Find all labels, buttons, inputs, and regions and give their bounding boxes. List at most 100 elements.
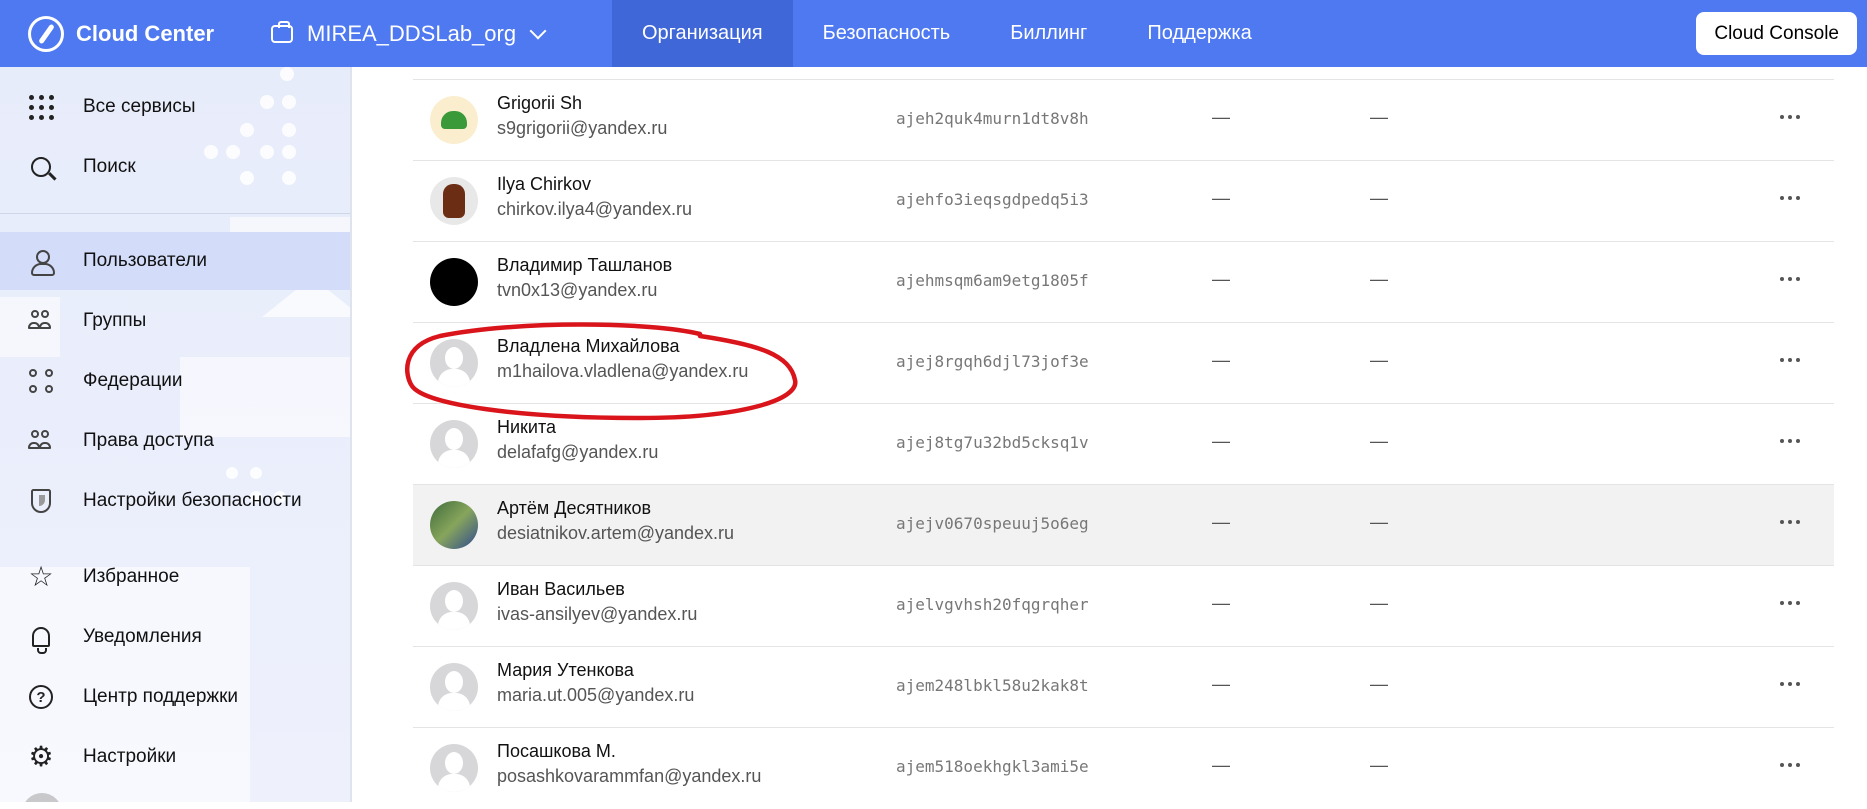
user-email: maria.ut.005@yandex.ru: [497, 685, 695, 705]
user-email: posashkovarammfan@yandex.ru: [497, 766, 762, 786]
user-name: Grigorii Sh: [497, 93, 583, 113]
user-name: Владлена Михайлова: [497, 336, 680, 356]
user-avatar: [430, 339, 478, 387]
user-email: m1hailova.vladlena@yandex.ru: [497, 361, 749, 381]
sidebar-item-search[interactable]: Поиск: [0, 138, 350, 196]
sidebar-item-label: Пользователи: [83, 250, 208, 271]
sidebar-item-access-rights[interactable]: Права доступа: [0, 412, 350, 470]
sidebar-item-groups[interactable]: Группы: [0, 292, 350, 350]
sidebar-item-support-center[interactable]: ? Центр поддержки: [0, 668, 350, 726]
federation-icon: [28, 368, 54, 394]
cloud-console-button[interactable]: Cloud Console: [1696, 12, 1857, 55]
user-id: ajej8tg7u32bd5cksq1v: [896, 433, 1089, 452]
table-row[interactable]: Иван Васильев ivas-ansilyev@yandex.ru aj…: [413, 566, 1834, 647]
brand-name: Cloud Center: [76, 21, 215, 46]
user-avatar: [430, 258, 478, 306]
table-row[interactable]: Владлена Михайлова m1hailova.vladlena@ya…: [413, 323, 1834, 404]
user-column-1: —: [1212, 107, 1230, 127]
user-column-1: —: [1212, 512, 1230, 532]
tab-organization[interactable]: Организация: [612, 0, 793, 67]
sidebar-item-all-services[interactable]: Все сервисы: [0, 78, 350, 136]
gear-icon: ⚙: [28, 741, 54, 772]
dinosaur-icon: [441, 111, 467, 129]
user-column-1: —: [1212, 350, 1230, 370]
more-actions-icon[interactable]: [1780, 358, 1800, 362]
more-actions-icon[interactable]: [1780, 520, 1800, 524]
table-row[interactable]: Посашкова М. posashkovarammfan@yandex.ru…: [413, 728, 1834, 809]
table-row[interactable]: Grigorii Sh s9grigorii@yandex.ru ajeh2qu…: [413, 80, 1834, 161]
more-actions-icon[interactable]: [1780, 439, 1800, 443]
user-column-2: —: [1370, 431, 1388, 451]
user-id: ajem518oekhgkl3ami5e: [896, 757, 1089, 776]
brand[interactable]: Cloud Center: [28, 16, 214, 52]
user-email: chirkov.ilya4@yandex.ru: [497, 199, 693, 219]
user-column-1: —: [1212, 674, 1230, 694]
table-row[interactable]: Никита delafafg@yandex.ru ajej8tg7u32bd5…: [413, 404, 1834, 485]
table-row[interactable]: Мария Утенкова maria.ut.005@yandex.ru aj…: [413, 647, 1834, 728]
user-avatar: [430, 420, 478, 468]
user-column-1: —: [1212, 593, 1230, 613]
more-actions-icon[interactable]: [1780, 601, 1800, 605]
user-id: ajehmsqm6am9etg1805f: [896, 271, 1089, 290]
sidebar-item-favorites[interactable]: ☆ Избранное: [0, 548, 350, 606]
more-actions-icon[interactable]: [1780, 763, 1800, 767]
table-row[interactable]: Владимир Ташланов tvn0x13@yandex.ru ajeh…: [413, 242, 1834, 323]
user-column-2: —: [1370, 188, 1388, 208]
user-avatar: [430, 744, 478, 792]
sidebar-item-settings[interactable]: ⚙ Настройки: [0, 728, 350, 786]
briefcase-icon: [271, 21, 293, 43]
sidebar-item-label: Все сервисы: [83, 96, 196, 117]
user-avatar: [430, 96, 478, 144]
user-column-2: —: [1370, 107, 1388, 127]
group-icon: [28, 308, 54, 334]
organization-selector[interactable]: MIREA_DDSLab_org: [271, 14, 547, 54]
grid-icon: [28, 94, 54, 120]
sidebar-item-label: Федерации: [83, 370, 183, 391]
user-id: ajej8rgqh6djl73jof3e: [896, 352, 1089, 371]
user-email: tvn0x13@yandex.ru: [497, 280, 658, 300]
user-column-1: —: [1212, 755, 1230, 775]
table-row[interactable]: Артём Десятников desiatnikov.artem@yande…: [413, 485, 1834, 566]
user-name: Артём Десятников: [497, 498, 652, 518]
more-actions-icon[interactable]: [1780, 196, 1800, 200]
sidebar-divider: [0, 213, 350, 214]
user-avatar: [430, 582, 478, 630]
search-icon: [28, 154, 54, 180]
user-column-2: —: [1370, 269, 1388, 289]
user-column-2: —: [1370, 674, 1388, 694]
access-icon: [28, 428, 54, 454]
user-email: s9grigorii@yandex.ru: [497, 118, 668, 138]
more-actions-icon[interactable]: [1780, 682, 1800, 686]
sidebar: Все сервисы Поиск Пользователи Группы Фе…: [0, 67, 352, 802]
user-column-1: —: [1212, 188, 1230, 208]
sidebar-item-federations[interactable]: Федерации: [0, 352, 350, 410]
sidebar-item-notifications[interactable]: Уведомления: [0, 608, 350, 666]
table-row[interactable]: Ilya Chirkov chirkov.ilya4@yandex.ru aje…: [413, 161, 1834, 242]
user-name: Мария Утенкова: [497, 660, 634, 680]
sidebar-item-label: Центр поддержки: [83, 686, 239, 707]
sidebar-item-label: Настройки безопасности: [83, 490, 302, 511]
user-name: Владимир Ташланов: [497, 255, 673, 275]
tab-billing[interactable]: Биллинг: [980, 0, 1117, 67]
more-actions-icon[interactable]: [1780, 115, 1800, 119]
tab-support[interactable]: Поддержка: [1117, 0, 1281, 67]
user-id: ajeh2quk4murn1dt8v8h: [896, 109, 1089, 128]
user-column-1: —: [1212, 431, 1230, 451]
shield-icon: [28, 488, 54, 514]
user-id: ajelvgvhsh20fqgrqher: [896, 595, 1089, 614]
user-column-2: —: [1370, 593, 1388, 613]
user-email: desiatnikov.artem@yandex.ru: [497, 523, 735, 543]
sidebar-item-security-settings[interactable]: Настройки безопасности: [0, 472, 350, 530]
more-actions-icon[interactable]: [1780, 277, 1800, 281]
user-name: Никита: [497, 417, 557, 437]
user-id: ajehfo3ieqsgdpedq5i3: [896, 190, 1089, 209]
star-icon: ☆: [28, 561, 54, 592]
user-id: ajem248lbkl58u2kak8t: [896, 676, 1089, 695]
sidebar-item-label: Уведомления: [83, 626, 202, 647]
sidebar-item-users[interactable]: Пользователи: [0, 232, 350, 290]
user-column-1: —: [1212, 269, 1230, 289]
avatar-photo: [443, 184, 465, 218]
user-name: Посашкова М.: [497, 741, 616, 761]
tab-security[interactable]: Безопасность: [793, 0, 981, 67]
main-nav-tabs: Организация Безопасность Биллинг Поддерж…: [612, 0, 1282, 67]
